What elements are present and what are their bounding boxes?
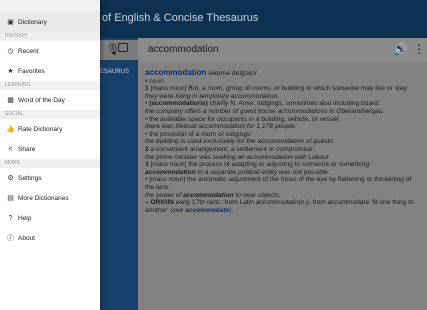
camera-icon[interactable] <box>118 43 128 52</box>
drawer-item-settings[interactable]: ⚙ Settings <box>0 168 100 188</box>
speaker-icon[interactable]: 🔊 <box>393 42 408 56</box>
drawer-item-word-of-the-day[interactable]: ▦ Word of the Day <box>0 90 100 110</box>
drawer-item-label: Favorites <box>18 67 45 75</box>
section-title-learning: LEARNING <box>0 81 100 90</box>
drawer-item-label: Settings <box>18 174 42 182</box>
drawer-item-dictionary[interactable]: ▣ Dictionary <box>0 12 100 32</box>
drawer-item-label: Share <box>18 145 36 153</box>
app-title: of English & Concise Thesaurus <box>102 12 259 24</box>
dictionary-entry: accommodation /əkɒməˈdeɪʃ(ə)n/ • noun 1 … <box>145 69 421 214</box>
sense-example: the power of accommodation to near objec… <box>145 192 421 200</box>
sense-example: there was lifeboat accommodation for 1,1… <box>145 123 297 131</box>
sense-example: the building is used exclusively for the… <box>145 138 335 146</box>
entry-headword: accommodation <box>145 68 207 77</box>
drawer-item-more-dictionaries[interactable]: ▤ More Dictionaries <box>0 188 100 208</box>
drawer-item-about[interactable]: ⓘ About <box>0 228 100 248</box>
sense-definition: the process of adapting or adjusting to … <box>188 161 371 169</box>
sense-example: the prime minister was seeking an accomm… <box>145 153 331 161</box>
sense-region: chiefly N. Amer. <box>209 100 256 108</box>
sense-example: they were living in temporary accommodat… <box>145 92 280 100</box>
sense-number: 1 <box>145 85 149 93</box>
drawer-item-label: Recent <box>18 47 39 55</box>
drawer-item-rate-dictionary[interactable]: 👍 Rate Dictionary <box>0 119 100 139</box>
help-icon: ? <box>8 214 13 222</box>
calendar-icon: ▦ <box>7 97 14 104</box>
sense-example: accommodation to a separate political en… <box>145 169 421 177</box>
section-title-social: SOCIAL <box>0 110 100 119</box>
entry-origin: – ORIGIN early 17th cent.: from Latin ac… <box>145 199 421 214</box>
origin-language: Latin <box>239 199 254 207</box>
app-window: of English & Concise Thesaurus 🎙 ESAURUS… <box>0 0 427 310</box>
sense-tag: [mass noun] <box>150 85 187 93</box>
sense-definition: a room, group of rooms, or building in w… <box>201 85 409 93</box>
entry-pos: • noun <box>145 77 164 85</box>
sense-definition: • the provision of a room or lodgings: <box>145 130 253 138</box>
overflow-menu-icon[interactable]: ⋮ <box>413 42 425 56</box>
sense-definition: a convenient arrangement; a settlement o… <box>150 145 314 153</box>
sense-number: 3 <box>145 161 149 169</box>
share-icon: < <box>8 145 13 153</box>
more-dictionaries-icon: ▤ <box>7 195 14 202</box>
drawer-item-label: More Dictionaries <box>18 194 69 202</box>
origin-label: – ORIGIN <box>145 199 174 207</box>
example-text: to a separate political entity was not p… <box>197 168 330 176</box>
navigation-drawer: ▣ Dictionary HISTORY ◷ Recent ★ Favorite… <box>0 0 100 310</box>
section-title-more: MORE <box>0 159 100 168</box>
drawer-item-help[interactable]: ? Help <box>0 208 100 228</box>
info-icon: ⓘ <box>7 235 14 242</box>
drawer-item-label: Help <box>18 214 32 222</box>
thumbs-up-icon: 👍 <box>6 126 15 133</box>
example-text: to near objects. <box>235 191 281 199</box>
recent-icon: ◷ <box>7 48 14 55</box>
reference-item-label[interactable]: ESAURUS <box>100 69 129 75</box>
drawer-item-label: Rate Dictionary <box>18 125 63 133</box>
sense-definition: • the available space for occupants in a… <box>145 115 341 123</box>
sense-region: Brit. <box>188 85 201 93</box>
example-headword: accommodation <box>145 168 196 176</box>
sense-definition: the automatic adjustment of the focus of… <box>145 176 412 191</box>
example-headword: accommodation <box>183 191 234 199</box>
example-text: the power of <box>145 191 182 199</box>
drawer-item-label: Dictionary <box>18 18 47 26</box>
origin-see-link[interactable]: accommodate <box>185 207 229 214</box>
drawer-item-label: About <box>18 234 35 242</box>
section-title-history: HISTORY <box>0 32 100 41</box>
entry-pronunciation: /əkɒməˈdeɪʃ(ə)n/ <box>208 70 257 77</box>
search-query[interactable]: accommodation <box>148 44 219 55</box>
gear-icon: ⚙ <box>7 175 14 182</box>
sense-definition: lodgings, sometimes also including board… <box>257 100 380 108</box>
sense-tag: • [mass noun] <box>145 176 186 184</box>
sense-tag: [mass noun] <box>150 161 187 169</box>
drawer-item-recent[interactable]: ◷ Recent <box>0 41 100 61</box>
origin-text: early 17th cent.: from <box>175 199 238 207</box>
star-icon: ★ <box>7 68 14 75</box>
sense-number: 2 <box>145 145 149 153</box>
drawer-header <box>0 0 100 12</box>
dictionary-icon: ▣ <box>7 19 14 26</box>
origin-word: accommodatio(n-) <box>255 199 309 207</box>
sense-tag: (accommodations) <box>149 100 208 108</box>
drawer-item-favorites[interactable]: ★ Favorites <box>0 61 100 81</box>
origin-text: ). <box>229 206 234 214</box>
drawer-item-label: Word of the Day <box>18 96 65 104</box>
sense-example: the company offers a number of guest hou… <box>145 107 385 115</box>
drawer-item-share[interactable]: < Share <box>0 139 100 159</box>
